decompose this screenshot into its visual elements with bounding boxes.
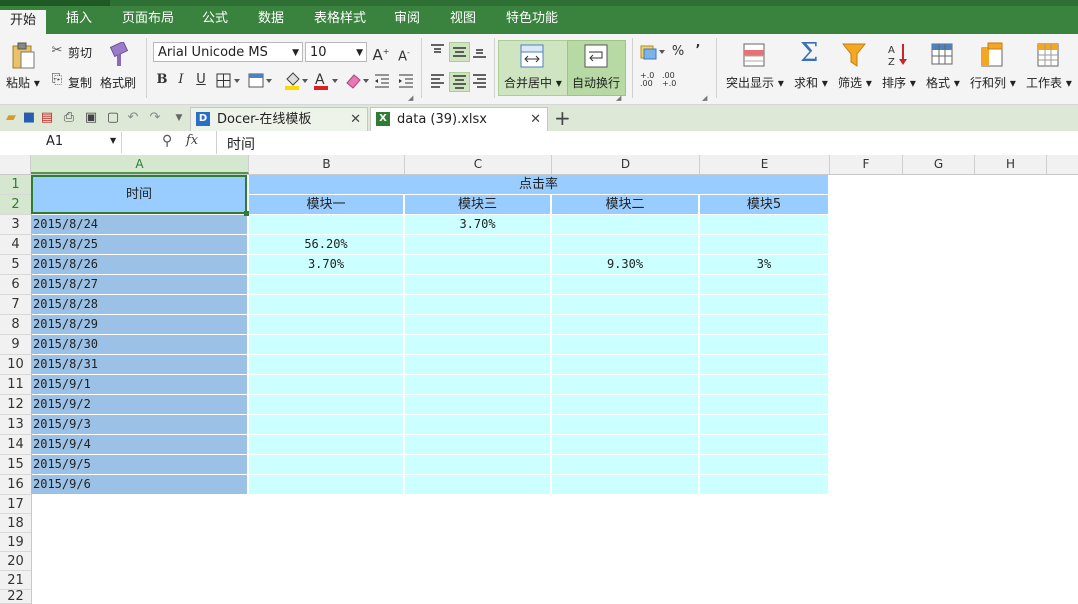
cell-value[interactable]	[405, 375, 550, 394]
cell-value[interactable]	[405, 435, 550, 454]
cell-value[interactable]	[552, 355, 698, 374]
cell-value[interactable]	[552, 335, 698, 354]
cell-value[interactable]	[249, 415, 403, 434]
cell-value[interactable]	[405, 395, 550, 414]
cell-date[interactable]: 2015/9/2	[31, 395, 247, 414]
cell-value[interactable]	[249, 215, 403, 234]
cell-value[interactable]	[249, 435, 403, 454]
cell-header-time[interactable]: 时间	[31, 175, 247, 214]
cell-value[interactable]	[249, 355, 403, 374]
cell-value[interactable]	[700, 435, 828, 454]
cell-date[interactable]: 2015/8/26	[31, 255, 247, 274]
cell-value[interactable]	[700, 275, 828, 294]
cell-value[interactable]	[249, 315, 403, 334]
cell-value[interactable]	[700, 415, 828, 434]
cell-value[interactable]	[405, 355, 550, 374]
cell-value[interactable]	[700, 295, 828, 314]
cell-date[interactable]: 2015/9/3	[31, 415, 247, 434]
cell-date[interactable]: 2015/8/31	[31, 355, 247, 374]
cell-value[interactable]	[552, 475, 698, 494]
cell-date[interactable]: 2015/8/29	[31, 315, 247, 334]
cell-value[interactable]	[552, 375, 698, 394]
sheet-grid: 时间 点击率 模块一 模块三 模块二 模块5 2015/8/24 3.70% 2015/8/25…	[0, 0, 1078, 604]
cell-value[interactable]	[405, 475, 550, 494]
cell-value[interactable]	[700, 235, 828, 254]
cell-value[interactable]: 56.20%	[249, 235, 403, 254]
cell-date[interactable]: 2015/8/24	[31, 215, 247, 234]
cell-value[interactable]: 3%	[700, 255, 828, 274]
cell-subheader[interactable]: 模块二	[552, 195, 698, 214]
cell-value[interactable]	[405, 335, 550, 354]
cell-value[interactable]: 3.70%	[405, 215, 550, 234]
cell-value[interactable]	[552, 455, 698, 474]
cell-value[interactable]	[552, 295, 698, 314]
cell-value[interactable]	[405, 455, 550, 474]
cell-value[interactable]	[552, 215, 698, 234]
cell-value[interactable]	[700, 335, 828, 354]
cell-value[interactable]	[552, 395, 698, 414]
fill-handle[interactable]	[244, 211, 249, 216]
cell-value[interactable]	[249, 295, 403, 314]
cell-date[interactable]: 2015/8/27	[31, 275, 247, 294]
cell-date[interactable]: 2015/8/28	[31, 295, 247, 314]
cell-date[interactable]: 2015/8/30	[31, 335, 247, 354]
cell-value[interactable]	[700, 375, 828, 394]
cell-value[interactable]	[249, 455, 403, 474]
cell-subheader[interactable]: 模块三	[405, 195, 550, 214]
cell-value[interactable]	[405, 315, 550, 334]
cell-value[interactable]: 9.30%	[552, 255, 698, 274]
cell-value[interactable]	[249, 475, 403, 494]
cell-value[interactable]	[249, 395, 403, 414]
cell-value[interactable]	[552, 415, 698, 434]
cell-date[interactable]: 2015/9/4	[31, 435, 247, 454]
cell-value[interactable]	[405, 295, 550, 314]
cell-value[interactable]	[249, 375, 403, 394]
cell-value[interactable]	[700, 355, 828, 374]
cell-value[interactable]	[700, 315, 828, 334]
cell-subheader[interactable]: 模块一	[249, 195, 403, 214]
cell-value[interactable]	[552, 235, 698, 254]
cell-value[interactable]	[405, 235, 550, 254]
cell-value[interactable]	[700, 475, 828, 494]
cell-value[interactable]	[405, 255, 550, 274]
cell-date[interactable]: 2015/9/6	[31, 475, 247, 494]
cell-value[interactable]	[249, 335, 403, 354]
cell-value[interactable]	[552, 275, 698, 294]
cell-value[interactable]	[249, 275, 403, 294]
cell-value[interactable]	[405, 415, 550, 434]
cell-subheader[interactable]: 模块5	[700, 195, 828, 214]
cell-date[interactable]: 2015/9/1	[31, 375, 247, 394]
cell-date[interactable]: 2015/8/25	[31, 235, 247, 254]
cell-date[interactable]: 2015/9/5	[31, 455, 247, 474]
cell-value[interactable]	[552, 315, 698, 334]
cell-value[interactable]: 3.70%	[249, 255, 403, 274]
cell-value[interactable]	[700, 455, 828, 474]
cell-value[interactable]	[700, 395, 828, 414]
cell-value[interactable]	[405, 275, 550, 294]
cell-value[interactable]	[552, 435, 698, 454]
cell-value[interactable]	[700, 215, 828, 234]
cell-header-click-rate[interactable]: 点击率	[249, 175, 828, 194]
